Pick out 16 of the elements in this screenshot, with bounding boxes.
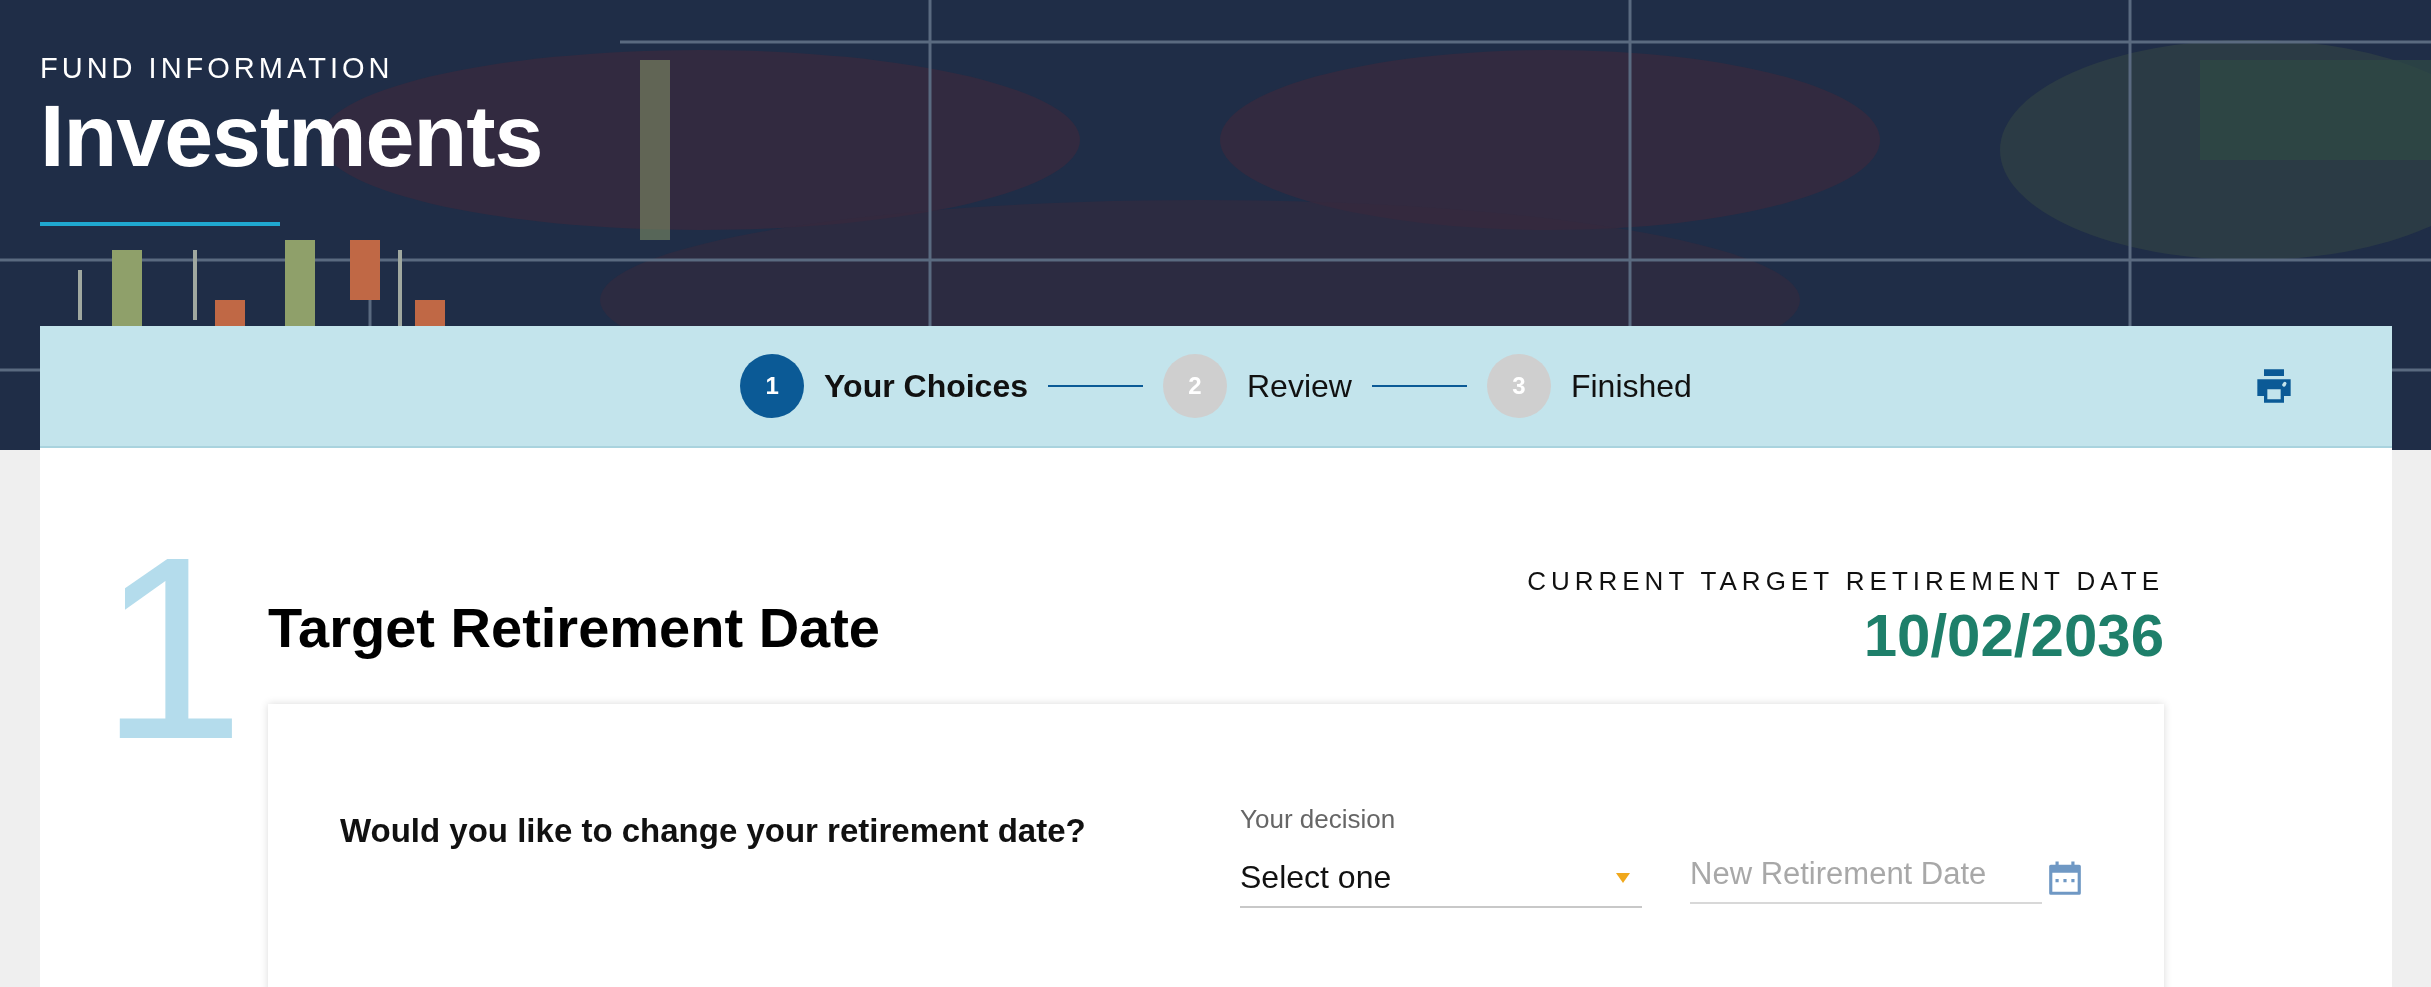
step-label[interactable]: Review bbox=[1247, 367, 1352, 405]
step-label[interactable]: Finished bbox=[1570, 367, 1692, 405]
section-title: Target Retirement Date bbox=[268, 595, 880, 660]
section-number: 1 bbox=[100, 528, 235, 768]
field-label: Your decision bbox=[1240, 804, 1397, 835]
question-text: Would you like to change your retirement date? bbox=[340, 811, 1087, 850]
page-title: Investments bbox=[40, 86, 544, 186]
calendar-icon[interactable] bbox=[2046, 860, 2084, 898]
step-label[interactable]: Your Choices bbox=[824, 367, 1028, 405]
print-icon[interactable] bbox=[2254, 366, 2294, 406]
caret-icon bbox=[1616, 872, 1630, 883]
page-eyebrow: FUND INFORMATION bbox=[40, 51, 395, 86]
step-number: 1 bbox=[740, 354, 805, 418]
decision-dropdown[interactable]: Select one bbox=[1240, 845, 1642, 908]
current-date-label: CURRENT TARGET RETIREMENT DATE bbox=[1527, 566, 2164, 597]
current-date-value: 10/02/2036 bbox=[1862, 601, 2164, 670]
